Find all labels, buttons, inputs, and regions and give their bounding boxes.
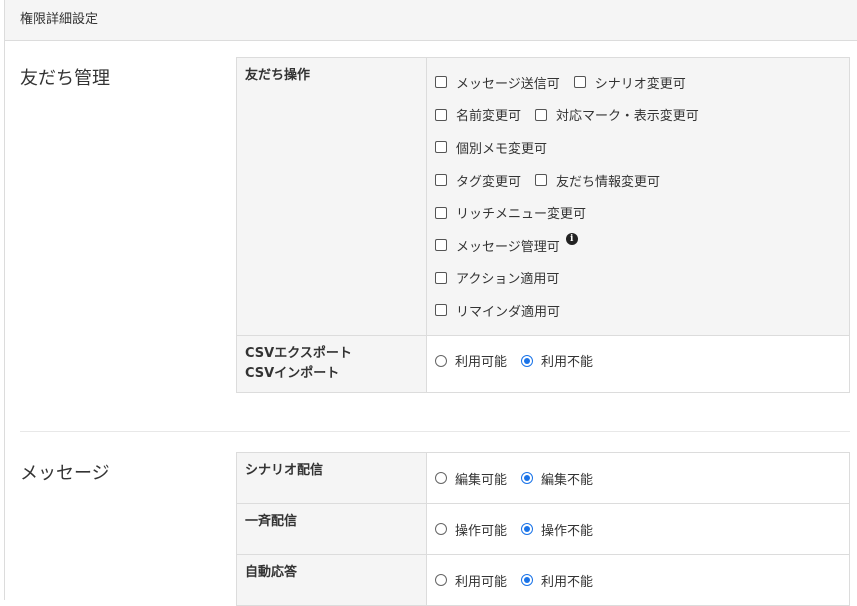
radio-button[interactable]	[435, 574, 447, 586]
option-row: 名前変更可 対応マーク・表示変更可	[427, 99, 849, 132]
checkbox[interactable]	[435, 109, 447, 121]
row-label-csv: CSVエクスポート CSVインポート	[237, 335, 427, 392]
radio-group: 編集可能 編集不能	[427, 453, 849, 503]
checkbox-friend-info-change[interactable]: 友だち情報変更可	[535, 171, 660, 190]
checkbox[interactable]	[435, 239, 447, 251]
checkbox-memo-change[interactable]: 個別メモ変更可	[435, 138, 547, 157]
radio-csv-available[interactable]: 利用可能	[435, 351, 507, 370]
checkbox-tag-change[interactable]: タグ変更可	[435, 171, 521, 190]
checkbox[interactable]	[435, 272, 447, 284]
checkbox-message-send[interactable]: メッセージ送信可	[435, 73, 560, 92]
broadcast-options: 操作可能 操作不能	[427, 504, 850, 555]
checkbox[interactable]	[435, 174, 447, 186]
csv-import-label: CSVインポート	[245, 364, 426, 384]
radio-button[interactable]	[435, 355, 447, 367]
radio-button[interactable]	[435, 472, 447, 484]
option-row: メッセージ管理可i	[427, 229, 849, 262]
radio-group: 利用可能 利用不能	[427, 336, 849, 386]
radio-broadcast-operable[interactable]: 操作可能	[435, 520, 507, 539]
radio-button-selected[interactable]	[521, 523, 533, 535]
radio-button-selected[interactable]	[521, 472, 533, 484]
info-icon[interactable]: i	[566, 233, 578, 245]
section-title-message: メッセージ	[20, 459, 110, 485]
checkbox-mark-display-change[interactable]: 対応マーク・表示変更可	[535, 105, 699, 124]
friends-permission-table: 友だち操作 メッセージ送信可 シナリオ変更可 名前変更可 対応マーク・表示変更可…	[236, 57, 850, 393]
option-row: リッチメニュー変更可	[427, 196, 849, 229]
section-divider	[20, 431, 850, 432]
radio-group: 利用可能 利用不能	[427, 555, 849, 605]
checkbox-reminder-apply[interactable]: リマインダ適用可	[435, 301, 560, 320]
row-label-broadcast: 一斉配信	[237, 504, 427, 555]
checkbox-message-manage[interactable]: メッセージ管理可i	[435, 236, 578, 255]
section-title-friends: 友だち管理	[20, 64, 110, 90]
table-row: 友だち操作 メッセージ送信可 シナリオ変更可 名前変更可 対応マーク・表示変更可…	[237, 58, 850, 336]
scenario-options: 編集可能 編集不能	[427, 453, 850, 504]
permission-panel: 権限詳細設定 友だち管理 友だち操作 メッセージ送信可 シナリオ変更可 名前変更…	[4, 0, 857, 600]
checkbox[interactable]	[435, 207, 447, 219]
radio-button-selected[interactable]	[521, 574, 533, 586]
friend-ops-options: メッセージ送信可 シナリオ変更可 名前変更可 対応マーク・表示変更可 個別メモ変…	[427, 58, 850, 336]
radio-broadcast-not-operable[interactable]: 操作不能	[521, 520, 593, 539]
checkbox-scenario-change[interactable]: シナリオ変更可	[574, 73, 686, 92]
option-row: アクション適用可	[427, 262, 849, 295]
radio-auto-reply-unavailable[interactable]: 利用不能	[521, 571, 593, 590]
table-row: シナリオ配信 編集可能 編集不能	[237, 453, 850, 504]
radio-scenario-not-editable[interactable]: 編集不能	[521, 469, 593, 488]
table-row: 自動応答 利用可能 利用不能	[237, 555, 850, 606]
checkbox[interactable]	[435, 76, 447, 88]
checkbox-name-change[interactable]: 名前変更可	[435, 105, 521, 124]
radio-scenario-editable[interactable]: 編集可能	[435, 469, 507, 488]
auto-reply-options: 利用可能 利用不能	[427, 555, 850, 606]
radio-group: 操作可能 操作不能	[427, 504, 849, 554]
radio-auto-reply-available[interactable]: 利用可能	[435, 571, 507, 590]
panel-header: 権限詳細設定	[5, 0, 857, 41]
row-label-friend-ops: 友だち操作	[237, 58, 427, 336]
row-label-scenario: シナリオ配信	[237, 453, 427, 504]
radio-button-selected[interactable]	[521, 355, 533, 367]
row-label-auto-reply: 自動応答	[237, 555, 427, 606]
radio-csv-unavailable[interactable]: 利用不能	[521, 351, 593, 370]
radio-button[interactable]	[435, 523, 447, 535]
checkbox[interactable]	[535, 109, 547, 121]
option-row: 個別メモ変更可	[427, 131, 849, 164]
option-row: リマインダ適用可	[427, 294, 849, 327]
checkbox[interactable]	[574, 76, 586, 88]
checkbox[interactable]	[535, 174, 547, 186]
message-permission-table: シナリオ配信 編集可能 編集不能 一斉配信 操作可能 操作不能 自動応答 利	[236, 452, 850, 606]
table-row: CSVエクスポート CSVインポート 利用可能 利用不能	[237, 335, 850, 392]
csv-options: 利用可能 利用不能	[427, 335, 850, 392]
csv-export-label: CSVエクスポート	[245, 344, 426, 364]
checkbox[interactable]	[435, 304, 447, 316]
checkbox[interactable]	[435, 141, 447, 153]
option-row: タグ変更可 友だち情報変更可	[427, 164, 849, 197]
checkbox-action-apply[interactable]: アクション適用可	[435, 268, 559, 287]
checkbox-rich-menu-change[interactable]: リッチメニュー変更可	[435, 203, 586, 222]
option-row: メッセージ送信可 シナリオ変更可	[427, 66, 849, 99]
table-row: 一斉配信 操作可能 操作不能	[237, 504, 850, 555]
